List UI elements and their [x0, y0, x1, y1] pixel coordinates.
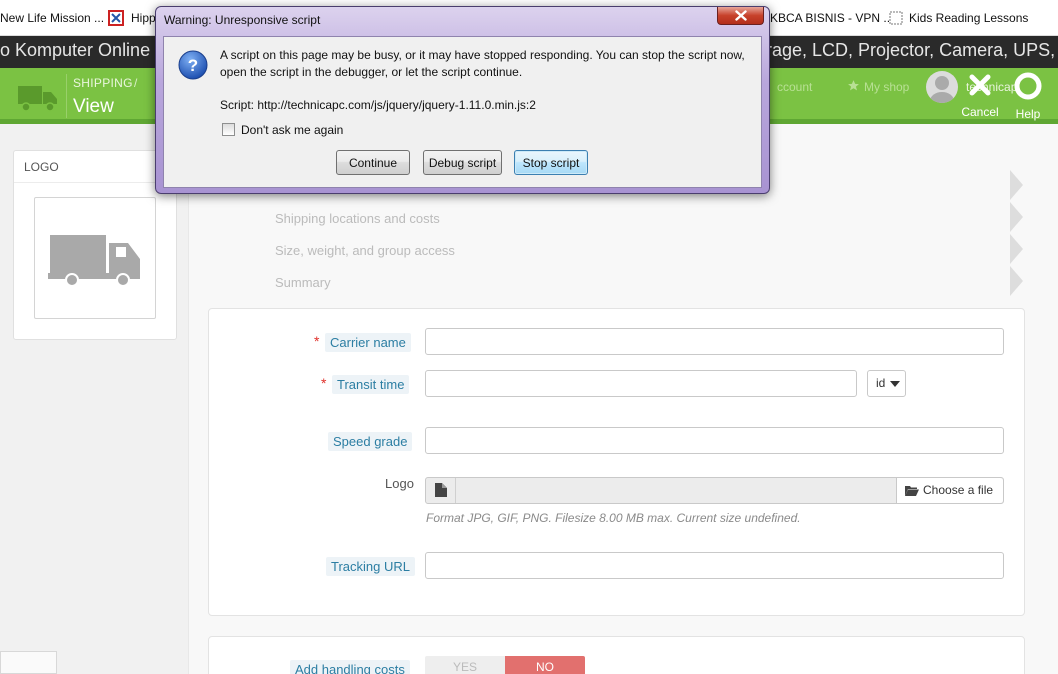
toggle-no-option[interactable]: NO — [505, 656, 585, 674]
toggle-yes-option[interactable]: YES — [425, 656, 505, 674]
choose-file-button[interactable]: Choose a file — [896, 478, 1003, 503]
bookmark-favicon-icon — [108, 10, 124, 26]
page-title-left: o Komputer Online | — [0, 40, 160, 60]
step-arrow-icon — [1010, 170, 1023, 200]
user-silhouette-icon — [930, 76, 954, 103]
carrier-name-input[interactable] — [425, 328, 1004, 355]
transit-time-input[interactable] — [425, 370, 857, 397]
header-divider — [66, 74, 67, 118]
dialog-title: Warning: Unresponsive script — [164, 13, 321, 27]
panel-divider — [14, 182, 176, 183]
step-arrow-icon — [1010, 202, 1023, 232]
star-icon — [848, 80, 859, 91]
wizard-step-size-weight[interactable]: Size, weight, and group access — [275, 243, 455, 258]
account-link[interactable]: ccount — [777, 80, 812, 94]
logo-file-input[interactable]: Choose a file — [425, 477, 1004, 504]
continue-button[interactable]: Continue — [336, 150, 410, 175]
help-button[interactable]: Help — [1008, 72, 1048, 121]
dont-ask-label[interactable]: Don't ask me again — [241, 123, 343, 137]
carrier-name-label: Carrier name — [325, 333, 411, 352]
logo-panel-heading: LOGO — [24, 160, 59, 174]
logo-label: Logo — [385, 476, 414, 491]
step-arrow-icon — [1010, 234, 1023, 264]
close-icon — [735, 10, 747, 21]
breadcrumb-separator: / — [134, 76, 138, 90]
bottom-tab[interactable] — [0, 651, 57, 674]
help-label: Help — [1015, 107, 1041, 121]
lifebuoy-icon — [1014, 72, 1042, 100]
bookmark-kids-reading[interactable]: Kids Reading Lessons — [909, 11, 1028, 25]
truck-icon — [18, 86, 57, 112]
dialog-message: A script on this page may be busy, or it… — [220, 48, 745, 79]
bookmark-page-icon — [889, 11, 903, 25]
handling-costs-label: Add handling costs — [290, 660, 410, 674]
file-icon — [435, 483, 447, 497]
wizard-step-summary[interactable]: Summary — [275, 275, 331, 290]
my-shop-link[interactable]: My shop — [864, 80, 909, 94]
cancel-label: Cancel — [961, 105, 999, 119]
stop-script-label: Stop script — [522, 156, 580, 170]
bookmark-hipp[interactable]: Hipp — [131, 11, 156, 25]
dialog-body: ? A script on this page may be busy, or … — [163, 36, 762, 188]
handling-costs-toggle[interactable]: YES NO — [425, 656, 585, 674]
speed-grade-label: Speed grade — [328, 432, 413, 451]
unresponsive-script-dialog: Warning: Unresponsive script ? A script … — [155, 6, 770, 194]
caret-down-icon — [890, 381, 900, 387]
debug-script-button[interactable]: Debug script — [423, 150, 502, 175]
tracking-url-label: Tracking URL — [326, 557, 415, 576]
tracking-url-input[interactable] — [425, 552, 1004, 579]
folder-open-icon — [905, 486, 919, 496]
close-icon — [969, 74, 991, 96]
dialog-close-button[interactable] — [717, 7, 764, 25]
required-marker: * — [314, 333, 320, 349]
breadcrumb[interactable]: SHIPPING — [73, 76, 133, 90]
logo-preview-panel: LOGO — [13, 150, 177, 340]
cancel-button[interactable]: Cancel — [960, 72, 1000, 119]
required-marker: * — [321, 375, 327, 391]
truck-icon — [48, 235, 140, 287]
bookmark-new-life-mission[interactable]: New Life Mission ... — [0, 11, 104, 25]
continue-label: Continue — [348, 156, 398, 170]
bookmark-kbca-bisnis[interactable]: KBCA BISNIS - VPN ... — [770, 11, 893, 25]
logo-help-text: Format JPG, GIF, PNG. Filesize 8.00 MB m… — [426, 511, 801, 525]
file-icon-cell — [426, 478, 456, 503]
transit-time-label: Transit time — [332, 375, 410, 394]
language-select[interactable]: id — [867, 370, 906, 397]
choose-file-label: Choose a file — [923, 483, 994, 497]
step-arrow-icon — [1010, 266, 1023, 296]
speed-grade-input[interactable] — [425, 427, 1004, 454]
svg-text:?: ? — [188, 56, 198, 75]
language-select-value: id — [876, 376, 886, 390]
logo-preview — [34, 197, 156, 319]
question-icon: ? — [178, 50, 208, 80]
page-title: View — [73, 96, 114, 117]
wizard-step-shipping-locations[interactable]: Shipping locations and costs — [275, 211, 440, 226]
dont-ask-checkbox[interactable] — [222, 123, 235, 136]
dialog-script-path: Script: http://technicapc.com/js/jquery/… — [220, 98, 536, 112]
page-title-right: rage, LCD, Projector, Camera, UPS, — [766, 40, 1056, 60]
avatar[interactable] — [926, 71, 958, 103]
debug-script-label: Debug script — [428, 156, 497, 170]
stop-script-button[interactable]: Stop script — [514, 150, 588, 175]
